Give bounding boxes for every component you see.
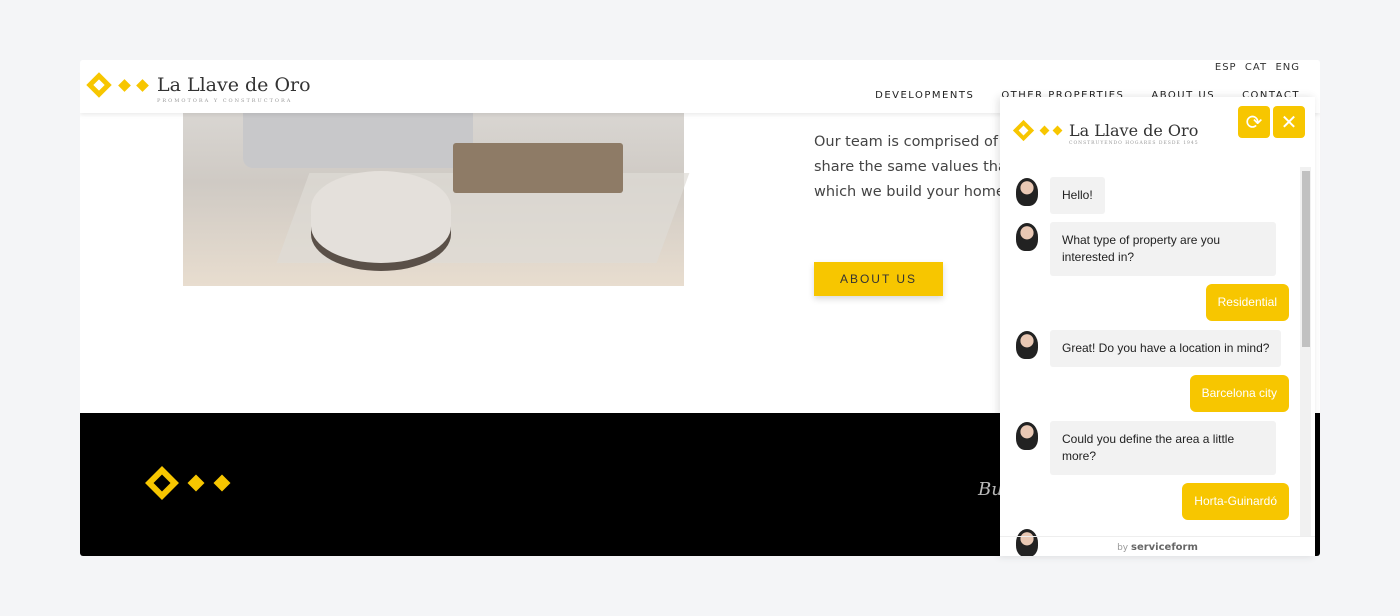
close-icon[interactable]: ✕ — [1273, 106, 1305, 138]
logo-diamond-icon — [86, 72, 112, 98]
refresh-icon[interactable]: ⟳ — [1238, 106, 1270, 138]
chat-header: La Llave de Oro CONSTRUYENDO HOGARES DESD… — [1000, 97, 1315, 157]
logo[interactable]: La Llave de Oro PROMOTORA Y CONSTRUCTORA — [86, 72, 311, 104]
logo-diamond-icon — [187, 474, 205, 492]
nav-developments[interactable]: DEVELOPMENTS — [875, 90, 974, 101]
bot-message: Great! Do you have a location in mind? — [1050, 330, 1282, 367]
logo-diamond-icon — [1039, 125, 1050, 136]
agent-avatar — [1016, 223, 1038, 251]
powered-by[interactable]: by serviceform — [1000, 536, 1315, 556]
logo-diamond-icon — [213, 474, 231, 492]
language-switcher[interactable]: ESP CAT ENG — [1215, 62, 1300, 74]
agent-avatar — [1016, 178, 1038, 206]
logo-diamond-icon — [145, 466, 179, 500]
logo-diamond-icon — [1012, 119, 1035, 142]
logo-diamond-icon — [1052, 125, 1063, 136]
agent-avatar — [1016, 331, 1038, 359]
chat-widget: La Llave de Oro CONSTRUYENDO HOGARES DESD… — [1000, 97, 1315, 556]
logo-diamond-icon — [118, 78, 131, 92]
living-room-photo — [183, 113, 690, 286]
chat-messages: Hello! What type of property are you int… — [1000, 157, 1300, 556]
user-message: Horta-Guinardó — [1182, 483, 1289, 520]
scrollbar-thumb[interactable] — [1302, 171, 1310, 347]
user-message: Residential — [1205, 284, 1289, 321]
about-us-button[interactable]: ABOUT US — [814, 262, 943, 296]
user-message: Barcelona city — [1189, 375, 1289, 412]
about-text: Our team is comprised of p share the same… — [814, 134, 1013, 200]
agent-avatar — [1016, 422, 1038, 450]
chat-brand: La Llave de Oro CONSTRUYENDO HOGARES DESD… — [1069, 121, 1199, 146]
footer-logo — [145, 466, 231, 500]
logo-diamond-icon — [136, 78, 149, 92]
bot-message: Hello! — [1050, 177, 1105, 214]
brand-name: La Llave de Oro PROMOTORA Y CONSTRUCTORA — [157, 74, 311, 104]
chat-logo: La Llave de Oro CONSTRUYENDO HOGARES DESD… — [1012, 119, 1199, 146]
bot-message: What type of property are you interested… — [1050, 222, 1276, 276]
bot-message: Could you define the area a little more? — [1050, 421, 1276, 475]
chat-scrollbar[interactable] — [1300, 167, 1311, 537]
